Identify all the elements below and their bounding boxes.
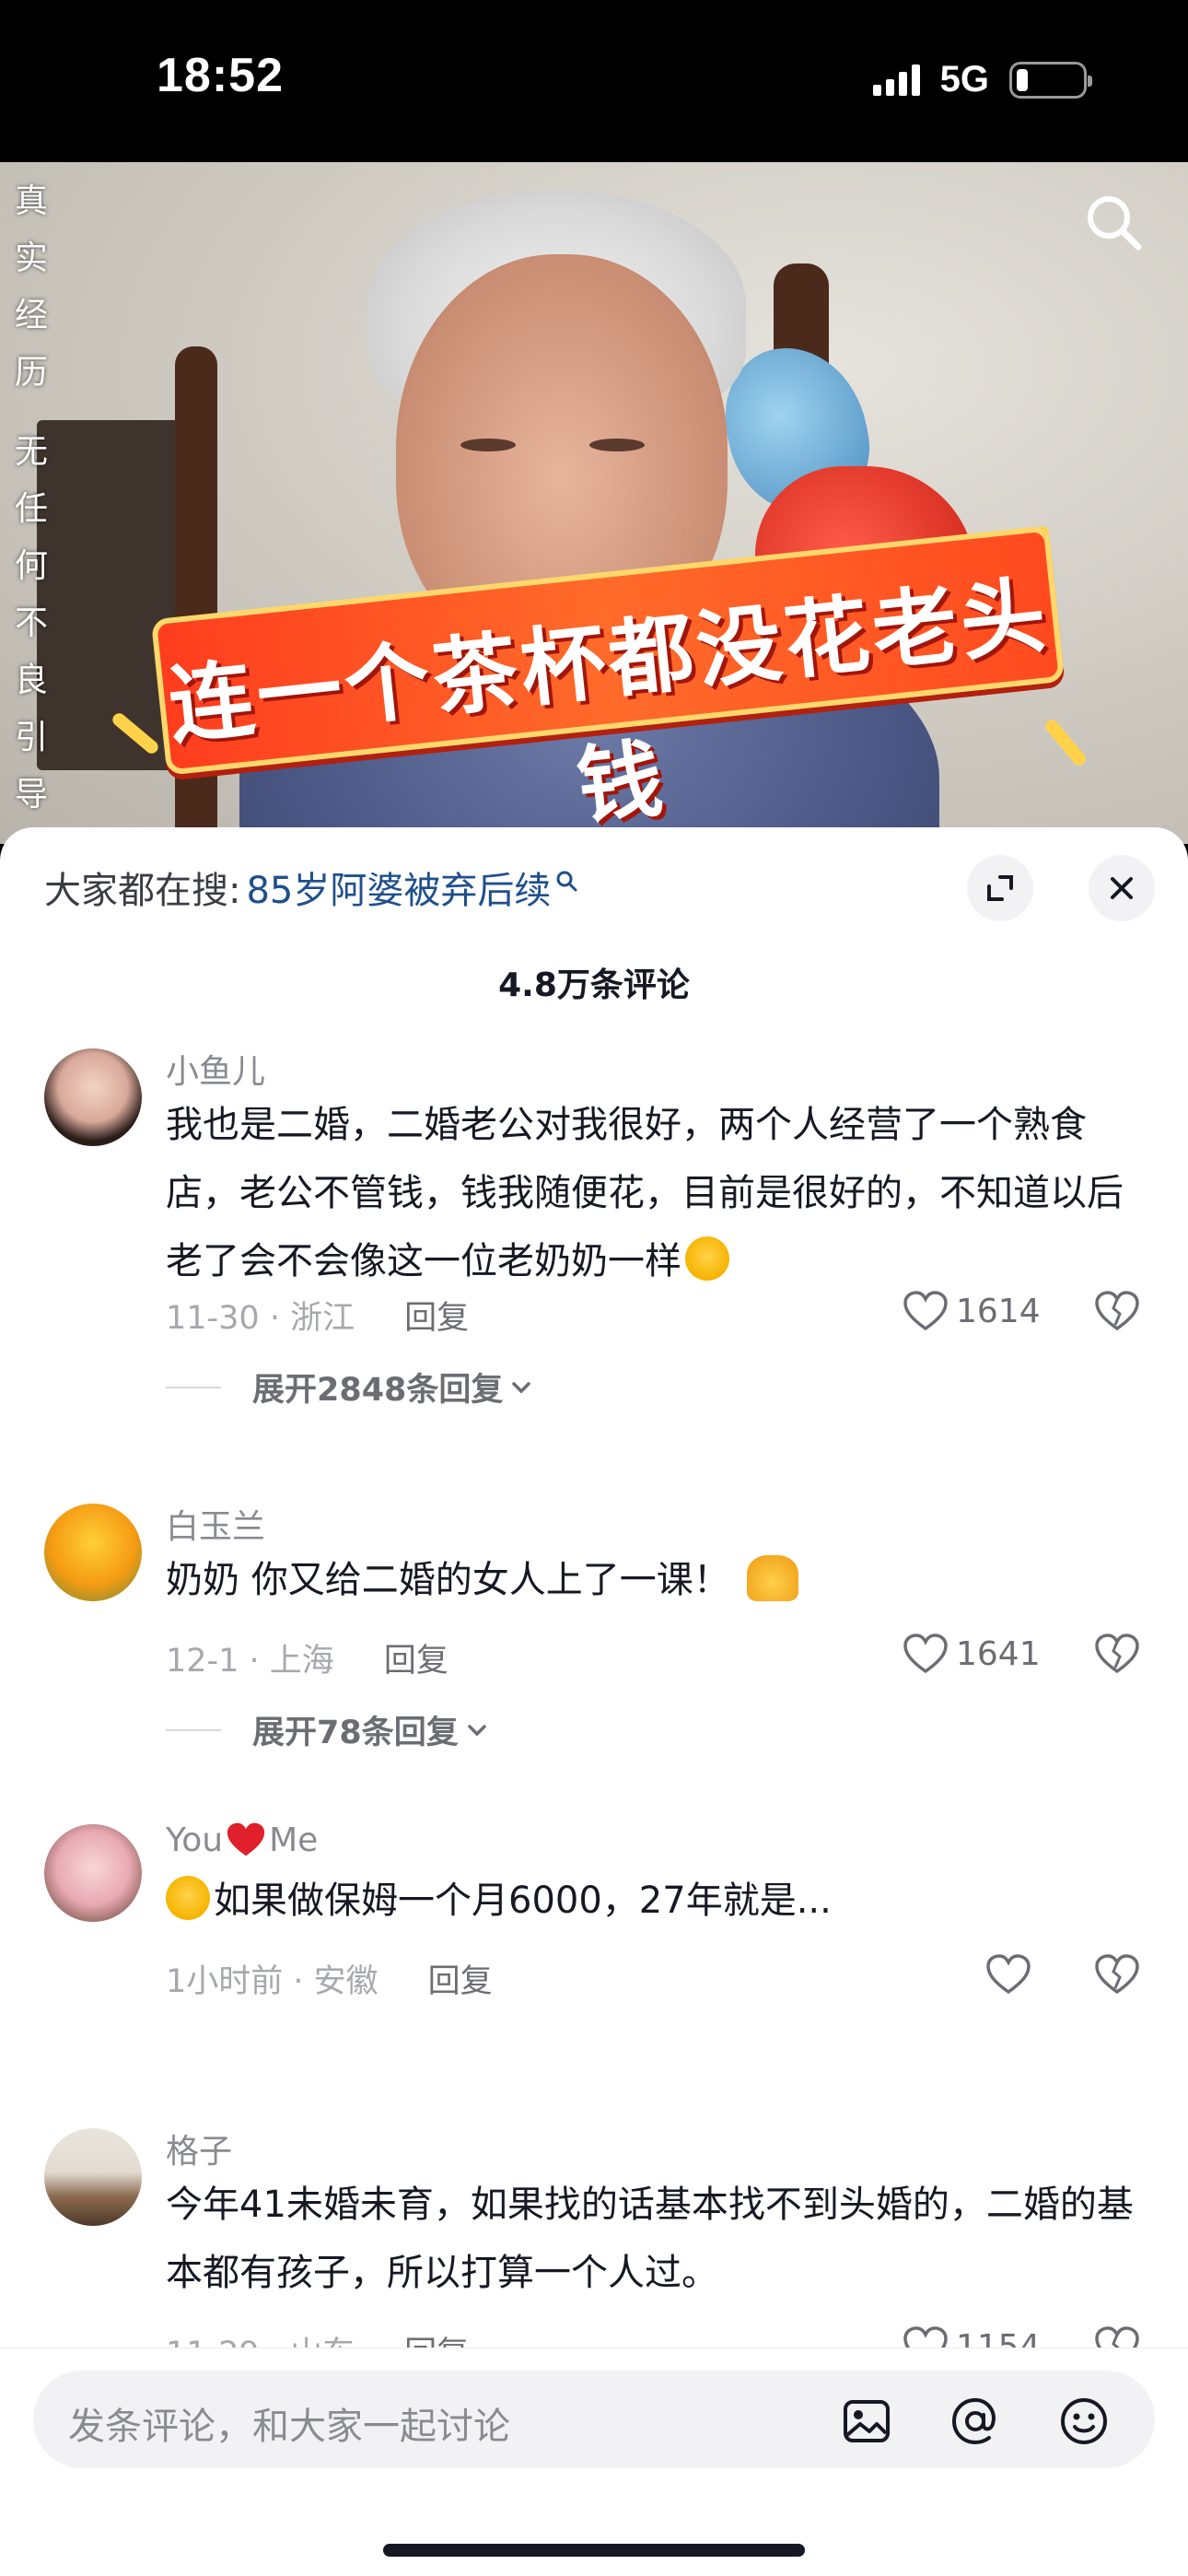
comment-input-bar: 发条评论，和大家一起讨论: [0, 2348, 1188, 2576]
comment-date-location: 12-1 · 上海: [166, 1643, 334, 1680]
broken-heart-icon[interactable]: [1094, 1290, 1140, 1332]
like-count: 1614: [956, 1292, 1041, 1330]
broken-heart-icon[interactable]: [1094, 1953, 1140, 1996]
comment-text-content: 我也是二婚，二婚老公对我很好，两个人经营了一个熟食店，老公不管钱，钱我随便花，目…: [166, 1104, 1124, 1282]
heart-icon: [986, 1954, 1031, 1995]
heart-icon: [903, 1633, 948, 1674]
battery-icon: [1009, 61, 1092, 99]
signal-icon: [872, 64, 920, 96]
red-heart-icon: [227, 1822, 265, 1856]
avatar[interactable]: [44, 1048, 142, 1146]
comment-meta: 11-30 · 浙江 回复: [166, 1292, 469, 1339]
trending-prefix: 大家都在搜:: [44, 870, 241, 912]
reply-button[interactable]: 回复: [404, 1292, 469, 1339]
close-button[interactable]: [1089, 855, 1155, 921]
caption-char: 无: [14, 433, 48, 471]
comment-input[interactable]: 发条评论，和大家一起讨论: [33, 2371, 1155, 2468]
vertical-caption: 真 实 经 历 无 任 何 不 良 引 导: [11, 173, 52, 824]
author-name-prefix: You: [166, 1821, 224, 1859]
chevron-down-icon: [512, 1381, 531, 1393]
author-name-suffix: Me: [269, 1821, 319, 1859]
emoji-icon[interactable]: [1057, 2395, 1111, 2448]
broken-heart-icon[interactable]: [1094, 1633, 1140, 1675]
home-indicator[interactable]: [383, 2544, 805, 2557]
expand-icon: [987, 875, 1013, 901]
trending-search[interactable]: 大家都在搜: 85岁阿婆被弃后续: [44, 861, 578, 914]
caption-char: 经: [14, 297, 48, 334]
comment-date-location: 11-30 · 浙江: [166, 1300, 355, 1337]
crying-laughing-emoji-icon: [685, 1236, 729, 1281]
comment-text[interactable]: 今年41未婚未育，如果找的话基本找不到头婚的，二婚的基本都有孩子，所以打算一个人…: [166, 2171, 1151, 2307]
trending-link[interactable]: 85岁阿婆被弃后续: [246, 861, 551, 914]
comment-author[interactable]: 小鱼儿: [166, 1045, 265, 1093]
video-player[interactable]: 连一个茶杯都没花老头钱 真 实 经 历 无 任 何 不 良 引 导: [0, 162, 1188, 844]
caption-char: 何: [14, 547, 48, 585]
person-eye-right: [589, 439, 645, 451]
comment-input-placeholder: 发条评论，和大家一起讨论: [68, 2406, 510, 2448]
caption-char: 历: [14, 354, 48, 392]
image-icon[interactable]: [840, 2395, 893, 2448]
status-time: 18:52: [157, 49, 284, 102]
caption-char: 任: [14, 490, 48, 528]
reply-button[interactable]: 回复: [384, 1634, 448, 1681]
avatar[interactable]: [44, 1504, 142, 1601]
chevron-down-icon: [467, 1724, 486, 1736]
expand-replies[interactable]: 展开78条回复: [166, 1706, 490, 1753]
comment-author[interactable]: 白玉兰: [166, 1500, 265, 1548]
avatar[interactable]: [44, 2128, 142, 2226]
comment-author[interactable]: 格子: [166, 2125, 232, 2172]
close-icon: [1111, 877, 1133, 899]
praying-hands-emoji-icon: [746, 1555, 798, 1601]
network-type: 5G: [939, 59, 989, 100]
like-button[interactable]: 1614: [903, 1290, 1041, 1332]
expand-replies-label: 展开2848条回复: [252, 1372, 504, 1409]
comment-panel: 大家都在搜: 85岁阿婆被弃后续 4.8万条评论 小鱼儿 我也是二婚，二婚老公对…: [0, 827, 1188, 2576]
comment-meta: 12-1 · 上海 回复: [166, 1634, 448, 1681]
comment-count: 4.8万条评论: [498, 966, 690, 1004]
caption-char: 引: [14, 719, 48, 756]
heart-icon: [903, 1291, 948, 1331]
status-bar: 18:52 5G: [0, 0, 1188, 162]
search-icon[interactable]: [1081, 190, 1146, 254]
avatar[interactable]: [44, 1824, 142, 1922]
caption-char: 不: [14, 604, 48, 642]
expand-button[interactable]: [967, 855, 1033, 921]
caption-char: 真: [14, 182, 48, 220]
comment-text-content: 如果做保姆一个月6000，27年就是...: [214, 1879, 832, 1922]
comment-text-content: 奶奶 你又给二婚的女人上了一课！: [166, 1559, 730, 1601]
like-button[interactable]: [985, 1953, 1039, 1996]
comment-text[interactable]: 奶奶 你又给二婚的女人上了一课！: [166, 1546, 1151, 1614]
comment-author[interactable]: You Me: [166, 1821, 318, 1859]
status-indicators: 5G: [872, 59, 1092, 100]
caption-char: 实: [14, 240, 48, 277]
like-button[interactable]: 1641: [903, 1633, 1041, 1675]
comment-text[interactable]: 如果做保姆一个月6000，27年就是...: [166, 1867, 1151, 1935]
comment-text[interactable]: 我也是二婚，二婚老公对我很好，两个人经营了一个熟食店，老公不管钱，钱我随便花，目…: [166, 1091, 1151, 1295]
person-eye-left: [460, 439, 516, 451]
comment-date-location: 1小时前 · 安徽: [166, 1963, 379, 2000]
search-small-icon: [556, 871, 577, 892]
at-icon[interactable]: [949, 2395, 1002, 2448]
expand-replies-label: 展开78条回复: [252, 1715, 459, 1751]
like-count: 1641: [956, 1634, 1041, 1673]
expand-replies[interactable]: 展开2848条回复: [166, 1364, 534, 1411]
comment-meta: 1小时前 · 安徽 回复: [166, 1955, 493, 2002]
caption-char: 导: [14, 776, 48, 814]
caption-char: 良: [14, 662, 48, 699]
crying-laughing-emoji-icon: [166, 1876, 210, 1920]
reply-button[interactable]: 回复: [428, 1955, 493, 2002]
